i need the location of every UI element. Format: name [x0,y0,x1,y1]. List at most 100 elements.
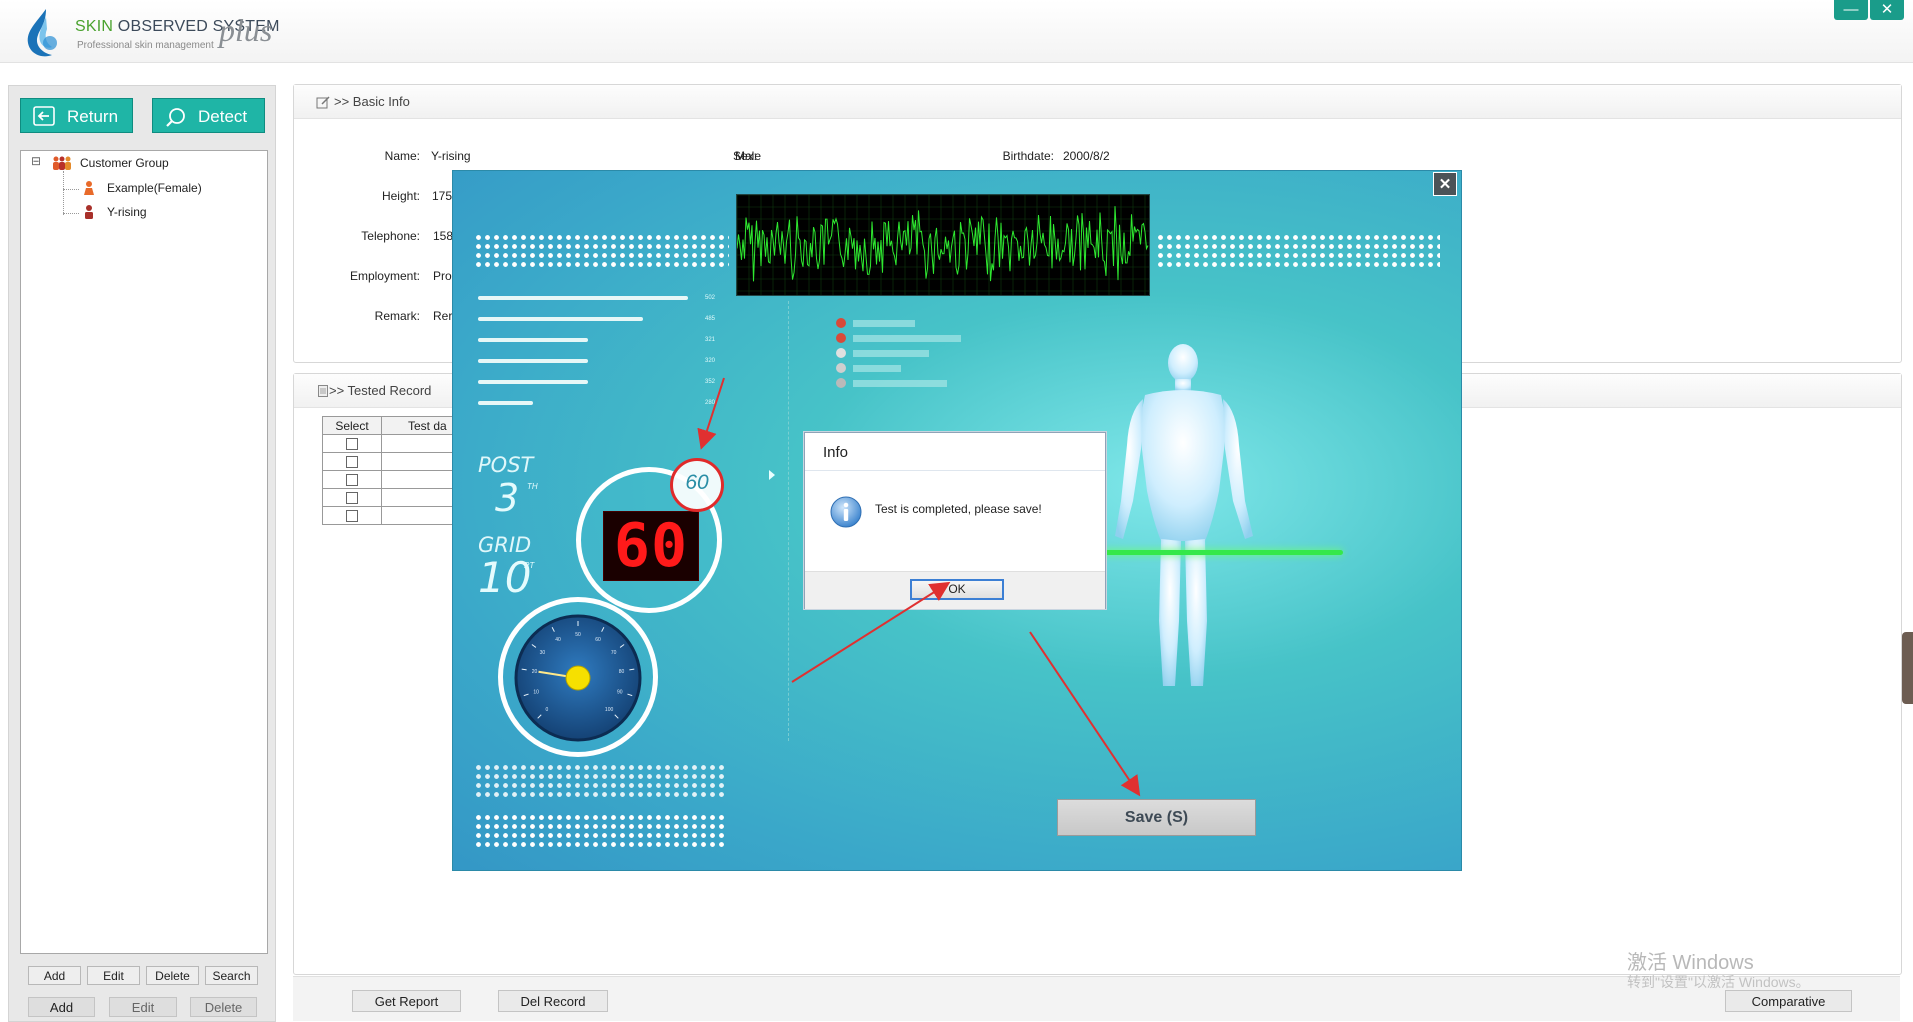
side-scroll-handle[interactable] [1902,632,1913,704]
employment-value: Pro [433,269,452,283]
row-select-checkbox[interactable] [346,438,358,451]
info-dialog-message: Test is completed, please save! [875,502,1042,516]
info-dialog-title: Info [823,444,849,461]
employment-label: Employment: [349,269,420,283]
level-bar-value: 485 [705,316,716,322]
level-bar-value: 320 [705,358,716,364]
basic-info-title: >> Basic Info [334,94,410,109]
edit-note-icon [316,96,330,109]
row-select-checkbox[interactable] [346,456,358,469]
decor-dot-band [1156,233,1440,269]
target-badge-value: 60 [685,471,709,494]
row-select-checkbox[interactable] [346,492,358,505]
decor-dot-band [474,763,724,799]
tree-connector [63,189,79,190]
tree-item-y-rising[interactable]: Y-rising [107,205,147,219]
gauge-tick-label: 100 [605,707,614,713]
detect-button[interactable]: Detect [152,98,265,133]
gauge-tick-label: 0 [546,707,549,713]
title-bar: SKIN OBSERVED SYSTEM Professional skin m… [0,0,1913,63]
decor-dot-band [474,233,729,269]
tree-connector [63,213,79,214]
level-bar [478,338,588,342]
activation-watermark-hint: 转到"设置"以激活 Windows。 [1627,974,1810,990]
gauge-tick-label: 40 [555,637,561,643]
level-bar-value: 502 [705,295,716,301]
col-select: Select [322,416,382,435]
female-user-icon [84,181,94,195]
comparative-button[interactable]: Comparative [1725,990,1852,1012]
activation-watermark-title: 激活 Windows [1627,952,1754,974]
edit-group-button[interactable]: Edit [109,997,177,1017]
add-customer-button[interactable]: Add [28,966,81,985]
human-body-figure [1115,344,1253,686]
gauge-tick-label: 60 [595,637,601,643]
gauge-tick-label: 50 [575,632,581,638]
gauge-tick-label: 20 [532,669,538,675]
remark-label: Remark: [374,309,420,323]
speed-gauge: 0 10 20 30 40 50 60 70 80 90 100 [514,614,642,742]
delete-group-button[interactable]: Delete [190,997,257,1017]
minimize-button[interactable]: — [1834,0,1868,20]
tree-expand-toggle[interactable]: ⊟ [31,155,43,167]
basic-info-header: >> Basic Info [294,85,1901,119]
tree-group-label[interactable]: Customer Group [80,156,169,170]
info-dialog: Info Test is completed, please save! OK [804,432,1106,609]
gauge-tick-label: 10 [533,690,539,696]
level-bar [478,296,688,300]
male-user-icon [85,205,93,219]
name-label: Name: [384,149,420,163]
level-bar [478,380,588,384]
decor-dot-band [474,813,724,849]
gauge-tick-label: 30 [540,650,546,656]
expand-arrow-icon [769,470,775,480]
name-value: Y-rising [431,149,471,163]
row-select-checkbox[interactable] [346,474,358,487]
search-customer-button[interactable]: Search [205,966,258,985]
customer-tree: ⊟ Customer Group Example(Female) Y-risin… [20,150,268,954]
tested-record-title: >> Tested Record [329,383,432,398]
add-group-button[interactable]: Add [28,997,95,1017]
status-icon-list [836,318,961,388]
sex-value: Male [735,149,762,163]
return-label: Return [67,107,119,126]
waveform-monitor [736,194,1150,296]
gauge-tick-label: 90 [617,690,623,696]
row-select-checkbox[interactable] [346,510,358,523]
level-bar-value: 352 [705,379,716,385]
tree-item-example-female[interactable]: Example(Female) [107,181,202,195]
ok-button[interactable]: OK [910,579,1004,600]
document-icon [318,385,328,397]
post-label: POST [478,453,534,477]
waveform-graph [736,194,1149,295]
save-button-label: Save (S) [1124,809,1189,826]
del-record-button[interactable]: Del Record [498,990,608,1012]
close-modal-button[interactable]: ✕ [1433,172,1457,196]
close-window-button[interactable]: ✕ [1870,0,1904,20]
level-bar [478,317,643,321]
magnifier-icon [166,108,185,127]
detect-label: Detect [198,107,248,126]
brand-plus-script: plus [219,12,273,48]
edit-customer-button[interactable]: Edit [87,966,140,985]
height-value: 175 [432,189,453,203]
info-icon [830,496,862,528]
telephone-value: 158 [433,229,454,243]
telephone-label: Telephone: [361,229,420,243]
level-bar-value: 321 [705,337,716,343]
post-value: 3 [495,476,520,520]
gauge-hub [565,665,591,691]
info-dialog-titlebar: Info [805,433,1105,471]
return-button[interactable]: Return [20,98,133,133]
delete-customer-button[interactable]: Delete [146,966,199,985]
return-icon [33,106,55,126]
save-button[interactable]: Save (S) [1057,799,1256,836]
tree-connector [63,171,65,215]
birthdate-value: 2000/8/2 [1063,149,1110,163]
get-report-button[interactable]: Get Report [352,990,461,1012]
height-label: Height: [381,189,420,203]
decor-divider [788,301,790,741]
gauge-tick-label: 80 [619,669,625,675]
post-suffix: TH [527,482,538,491]
gauge-tick-label: 70 [611,650,617,656]
